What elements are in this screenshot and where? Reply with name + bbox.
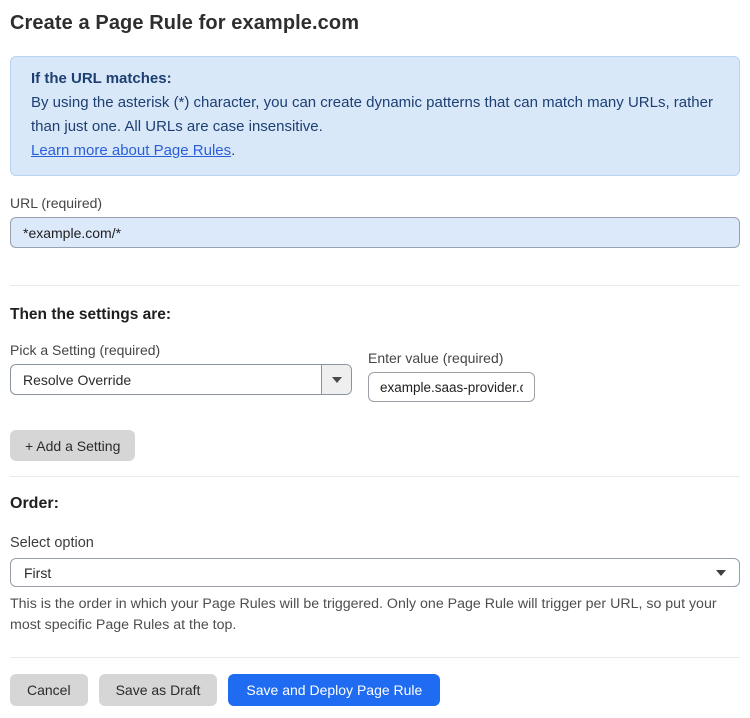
pick-setting-label: Pick a Setting (required) [10,342,161,358]
add-setting-button[interactable]: + Add a Setting [10,430,136,461]
cancel-button[interactable]: Cancel [10,674,88,706]
settings-row: Pick a Setting (required) Resolve Overri… [10,342,740,402]
pick-setting-field: Pick a Setting (required) Resolve Overri… [10,342,352,395]
order-section-heading: Order: [10,495,59,512]
enter-value-field: Enter value (required) [368,350,535,402]
order-select-label: Select option [10,535,94,551]
order-help-text: This is the order in which your Page Rul… [10,596,717,633]
footer-divider [10,657,740,658]
chevron-down-icon [716,569,726,576]
create-page-rule-form: Create a Page Rule for example.com If th… [0,0,750,718]
link-suffix: . [231,142,236,159]
info-box-link-line: Learn more about Page Rules. [31,139,719,163]
setting-dropdown-value: Resolve Override [23,371,132,388]
footer-actions: Cancel Save as Draft Save and Deploy Pag… [10,674,740,706]
order-select-value: First [24,564,52,581]
setting-value-input[interactable] [368,372,535,402]
section-divider [10,476,740,477]
order-select[interactable]: First [10,558,740,587]
url-match-info-box: If the URL matches: By using the asteris… [10,56,740,176]
setting-dropdown-arrow-button[interactable] [321,365,351,394]
chevron-down-icon [331,376,342,383]
page-title: Create a Page Rule for example.com [10,12,360,34]
section-divider [10,285,740,286]
setting-dropdown[interactable]: Resolve Override [10,364,352,395]
settings-section-heading: Then the settings are: [10,306,172,323]
url-input[interactable] [10,217,740,248]
save-as-draft-button[interactable]: Save as Draft [98,674,218,706]
info-box-heading: If the URL matches: [31,70,172,87]
learn-more-link[interactable]: Learn more about Page Rules [31,142,231,159]
enter-value-label: Enter value (required) [368,350,504,366]
save-and-deploy-button[interactable]: Save and Deploy Page Rule [228,674,441,706]
info-box-body: By using the asterisk (*) character, you… [31,94,713,135]
url-field-label: URL (required) [10,195,103,211]
